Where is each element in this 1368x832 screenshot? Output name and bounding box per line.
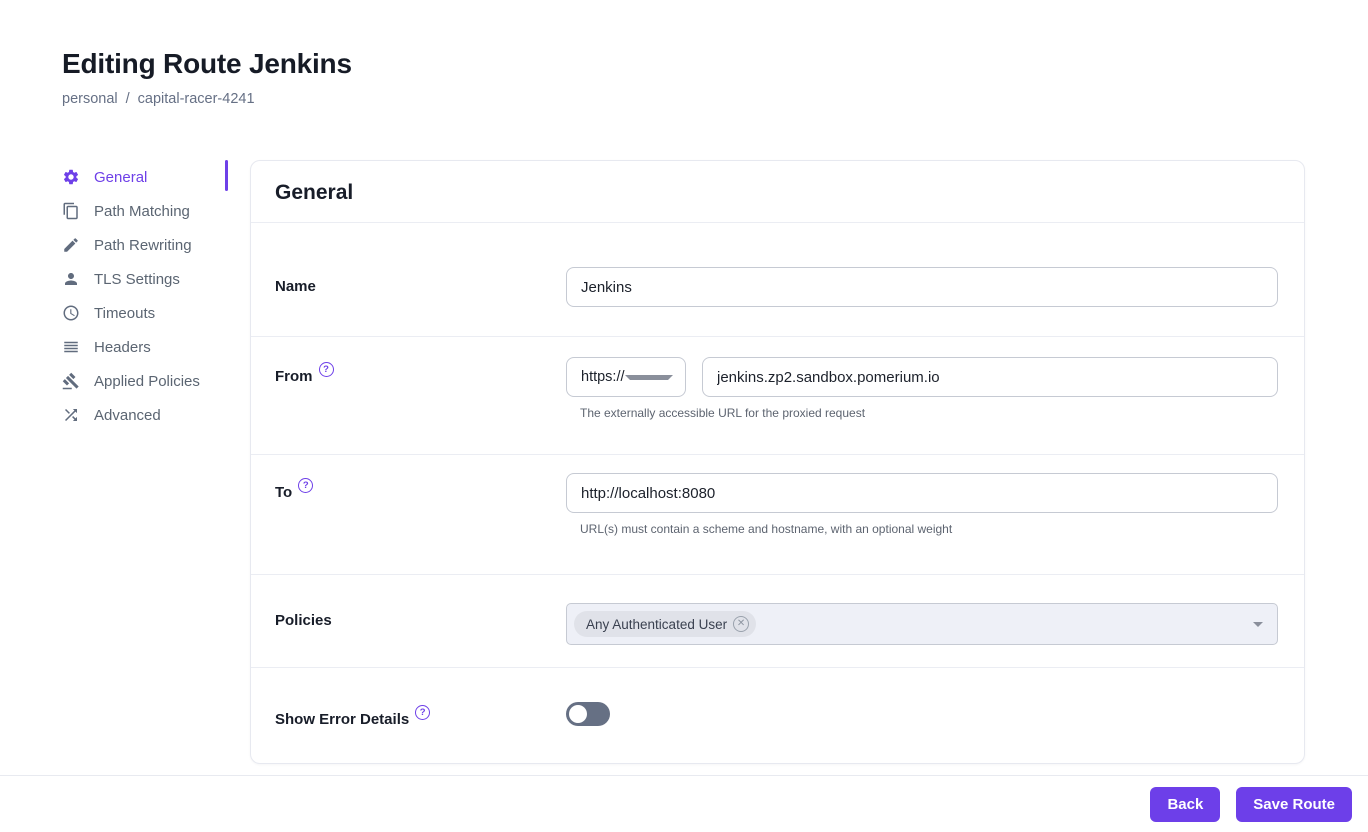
name-label: Name (275, 278, 316, 295)
toggle-knob (569, 705, 587, 723)
policies-select[interactable]: Any Authenticated User ✕ (566, 603, 1278, 645)
sidebar-item-timeouts[interactable]: Timeouts (62, 296, 228, 330)
sidebar-item-label: Path Matching (94, 202, 190, 220)
from-field-row: From? https:// The externally accessible… (251, 337, 1304, 455)
name-field-row: Name (251, 223, 1304, 337)
sidebar-item-path-rewriting[interactable]: Path Rewriting (62, 228, 228, 262)
sidebar: General Path Matching Path Rewriting TLS… (62, 160, 228, 432)
show-error-details-row: Show Error Details? (251, 668, 1304, 763)
footer-action-bar: Back Save Route (0, 775, 1368, 832)
help-icon[interactable]: ? (298, 478, 314, 493)
show-error-details-label: Show Error Details (275, 711, 410, 728)
gavel-icon (62, 372, 80, 390)
from-label: From (275, 368, 313, 385)
selected-tab-indicator (225, 160, 228, 191)
policy-chip-label: Any Authenticated User (586, 616, 728, 632)
policy-chip[interactable]: Any Authenticated User ✕ (574, 611, 757, 637)
sidebar-item-general[interactable]: General (62, 160, 228, 194)
back-button[interactable]: Back (1150, 786, 1221, 822)
from-helper-text: The externally accessible URL for the pr… (580, 406, 866, 420)
help-icon[interactable]: ? (318, 362, 334, 377)
scheme-select-value: https:// (581, 369, 625, 385)
save-route-button[interactable]: Save Route (1236, 786, 1352, 822)
clock-icon (62, 304, 80, 322)
to-field-row: To? URL(s) must contain a scheme and hos… (251, 455, 1304, 575)
sidebar-item-applied-policies[interactable]: Applied Policies (62, 364, 228, 398)
sidebar-item-headers[interactable]: Headers (62, 330, 228, 364)
person-icon (62, 270, 80, 288)
breadcrumb-separator: / (125, 91, 130, 107)
breadcrumb: personal / capital-racer-4241 (62, 91, 1368, 107)
lines-icon (62, 338, 80, 356)
shuffle-icon (62, 406, 80, 424)
to-input[interactable] (566, 473, 1278, 513)
chevron-down-icon (1253, 621, 1263, 627)
policies-label: Policies (275, 612, 332, 629)
gear-icon (62, 168, 80, 186)
sidebar-item-tls-settings[interactable]: TLS Settings (62, 262, 228, 296)
sidebar-item-label: Applied Policies (94, 372, 200, 390)
sidebar-item-path-matching[interactable]: Path Matching (62, 194, 228, 228)
from-input[interactable] (702, 357, 1278, 397)
to-label: To (275, 484, 293, 501)
pencil-icon (62, 236, 80, 254)
sidebar-item-label: Advanced (94, 406, 161, 424)
sidebar-item-label: Timeouts (94, 304, 156, 322)
sidebar-item-label: General (94, 168, 148, 186)
sidebar-item-advanced[interactable]: Advanced (62, 398, 228, 432)
to-helper-text: URL(s) must contain a scheme and hostnam… (580, 522, 953, 536)
route-settings-card: General Name From? https:// (250, 160, 1305, 764)
help-icon[interactable]: ? (415, 705, 431, 720)
chevron-down-icon (624, 374, 673, 380)
sidebar-item-label: TLS Settings (94, 270, 180, 288)
copy-icon (62, 202, 80, 220)
sidebar-item-label: Path Rewriting (94, 236, 192, 254)
breadcrumb-namespace[interactable]: personal (62, 91, 118, 107)
page-header: Editing Route Jenkins personal / capital… (0, 0, 1368, 107)
policies-field-row: Policies Any Authenticated User ✕ (251, 575, 1304, 668)
page-title: Editing Route Jenkins (62, 48, 352, 79)
scheme-select[interactable]: https:// (566, 357, 686, 397)
card-title: General (251, 161, 1304, 223)
name-input[interactable] (566, 267, 1278, 307)
show-error-details-toggle[interactable] (566, 702, 610, 726)
chip-delete-icon[interactable]: ✕ (733, 616, 750, 632)
sidebar-item-label: Headers (94, 338, 151, 356)
breadcrumb-cluster[interactable]: capital-racer-4241 (138, 91, 255, 107)
content: General Path Matching Path Rewriting TLS… (0, 160, 1368, 775)
